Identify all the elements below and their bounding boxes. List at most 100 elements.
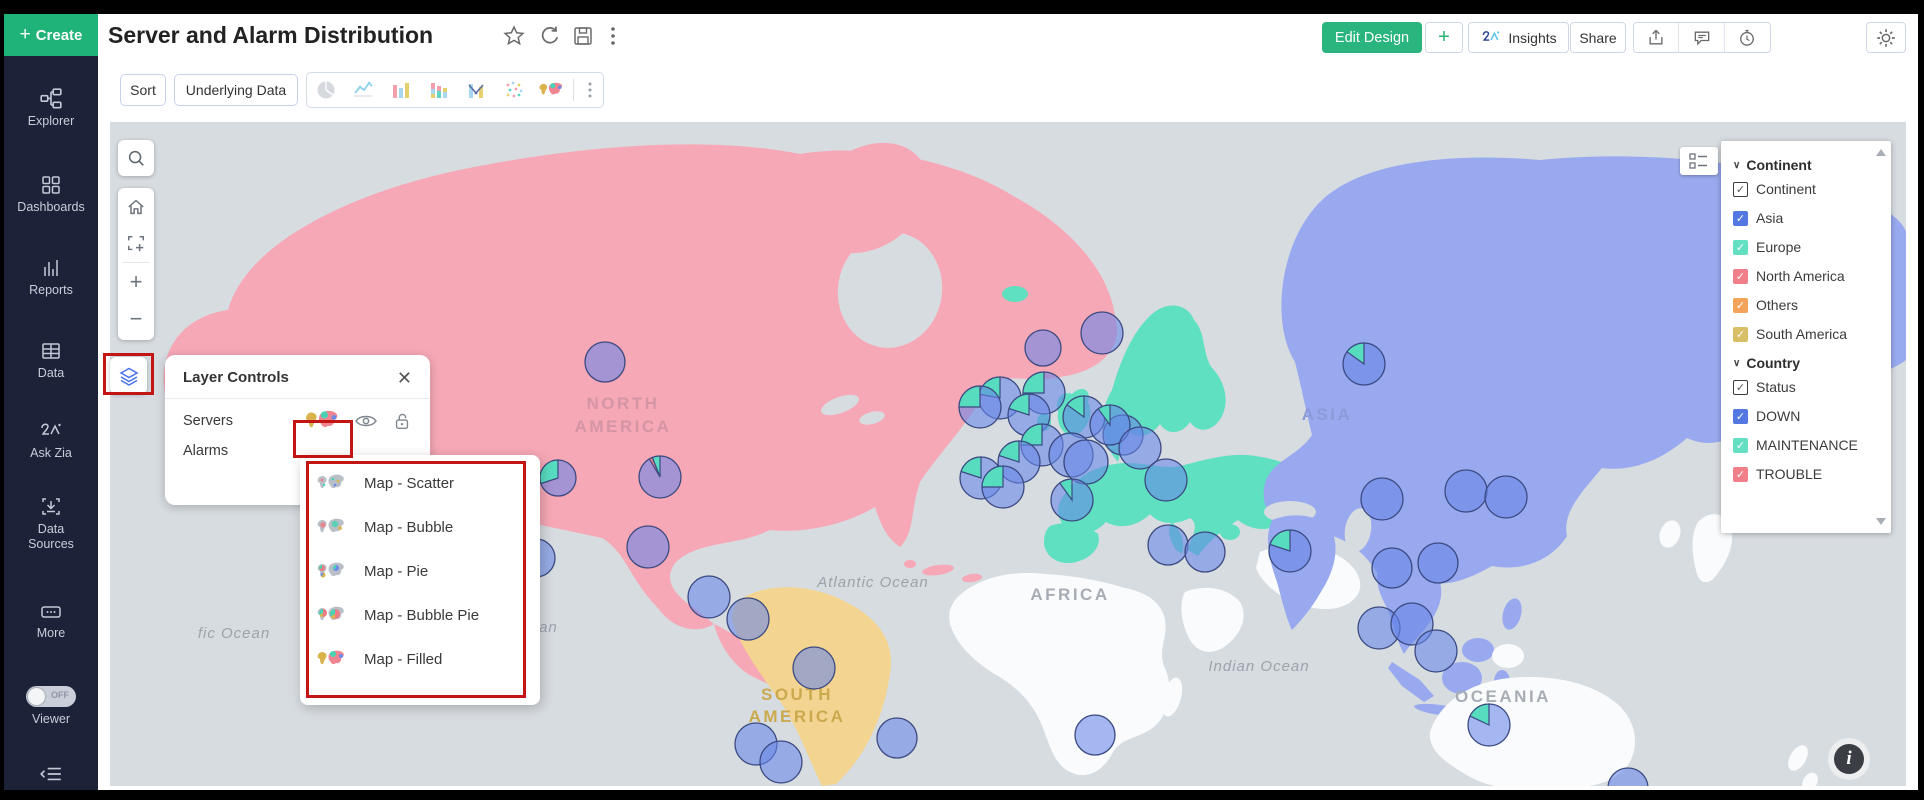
pie-marker[interactable] <box>877 718 917 758</box>
chart-type-map[interactable] <box>533 73 571 107</box>
pie-marker[interactable] <box>688 576 730 618</box>
unlock-icon[interactable] <box>392 411 412 431</box>
pie-marker[interactable] <box>1361 478 1403 520</box>
map-home-button[interactable] <box>118 188 154 225</box>
more-chart-types-button[interactable] <box>577 73 603 107</box>
pie-marker[interactable] <box>1185 532 1225 572</box>
scroll-up-arrow[interactable] <box>1876 149 1886 156</box>
export-button[interactable] <box>1634 23 1679 52</box>
sidebar-item-explorer[interactable]: Explorer <box>4 88 98 129</box>
chart-type-line[interactable] <box>345 73 383 107</box>
sidebar-item-ask-zia[interactable]: Ask Zia <box>4 420 98 461</box>
map-info-button[interactable]: i <box>1828 738 1870 780</box>
home-icon <box>126 197 146 217</box>
checkbox[interactable] <box>1733 380 1748 395</box>
pie-marker[interactable] <box>1415 630 1457 672</box>
more-options-kebab-icon[interactable] <box>601 24 625 48</box>
toggle-state-label: OFF <box>51 690 69 700</box>
collapse-sidebar-button[interactable] <box>37 762 65 790</box>
checkbox[interactable] <box>1733 269 1748 284</box>
checkbox[interactable] <box>1733 211 1748 226</box>
chart-type-stacked-bar[interactable] <box>420 73 458 107</box>
map-zoom-out-button[interactable]: − <box>118 300 154 337</box>
checkbox[interactable] <box>1733 182 1748 197</box>
pie-marker[interactable] <box>1445 470 1487 512</box>
chart-type-pie[interactable] <box>307 73 345 107</box>
sort-button[interactable]: Sort <box>120 74 166 106</box>
legend-toggle-button[interactable] <box>1680 147 1718 175</box>
underlying-data-button[interactable]: Underlying Data <box>174 74 298 106</box>
sidebar: + Create Explorer Dashboards <box>4 14 98 790</box>
pie-marker[interactable] <box>627 526 669 568</box>
menu-item-map-bubble[interactable]: Map - Bubble <box>300 505 540 549</box>
legend-group-continent[interactable]: ∨ Continent <box>1733 157 1891 173</box>
legend-item[interactable]: South America <box>1733 326 1891 342</box>
legend-item[interactable]: Others <box>1733 297 1891 313</box>
checkbox[interactable] <box>1733 467 1748 482</box>
legend-item[interactable]: Continent <box>1733 181 1891 197</box>
legend-item[interactable]: North America <box>1733 268 1891 284</box>
save-icon[interactable] <box>571 24 595 48</box>
layer-name[interactable]: Servers <box>183 413 304 429</box>
menu-item-map-pie[interactable]: Map - Pie <box>300 549 540 593</box>
pie-marker[interactable] <box>760 741 802 783</box>
settings-button[interactable] <box>1866 22 1906 53</box>
chart-type-bar[interactable] <box>382 73 420 107</box>
menu-item-map-scatter[interactable]: Map - Scatter <box>300 461 540 505</box>
legend-item[interactable]: DOWN <box>1733 408 1891 424</box>
chart-type-scatter[interactable] <box>495 73 533 107</box>
pie-marker[interactable] <box>793 647 835 689</box>
checkbox[interactable] <box>1733 327 1748 342</box>
checkbox[interactable] <box>1733 298 1748 313</box>
legend-item[interactable]: Status <box>1733 379 1891 395</box>
checkbox[interactable] <box>1733 409 1748 424</box>
checkbox[interactable] <box>1733 240 1748 255</box>
favorite-star-icon[interactable] <box>502 24 526 48</box>
map-search-button[interactable] <box>118 140 154 176</box>
pie-marker[interactable] <box>1418 543 1458 583</box>
map-zoom-selection-button[interactable] <box>118 225 154 262</box>
sidebar-item-reports[interactable]: Reports <box>4 257 98 298</box>
alerts-button[interactable] <box>1725 23 1770 52</box>
menu-item-map-filled[interactable]: Map - Filled <box>300 637 540 681</box>
map-zoom-in-button[interactable]: + <box>118 263 154 300</box>
sidebar-item-dashboards[interactable]: Dashboards <box>4 174 98 215</box>
pie-marker[interactable] <box>585 342 625 382</box>
legend-item[interactable]: TROUBLE <box>1733 466 1891 482</box>
legend-item[interactable]: MAINTENANCE <box>1733 437 1891 453</box>
pie-marker[interactable] <box>1148 525 1188 565</box>
legend-group-country[interactable]: ∨ Country <box>1733 355 1891 371</box>
pie-marker[interactable] <box>1081 312 1123 354</box>
map-label: fic Ocean <box>198 625 270 642</box>
pie-marker[interactable] <box>1485 476 1527 518</box>
pie-marker[interactable] <box>1372 548 1412 588</box>
pie-marker[interactable] <box>1064 440 1108 484</box>
add-report-button[interactable]: + <box>1425 22 1463 53</box>
sidebar-item-more[interactable]: More <box>4 602 98 641</box>
visibility-eye-icon[interactable] <box>354 412 378 430</box>
refresh-icon[interactable] <box>538 24 562 48</box>
menu-item-map-bubble-pie[interactable]: Map - Bubble Pie <box>300 593 540 637</box>
edit-design-button[interactable]: Edit Design <box>1322 22 1422 53</box>
viewer-toggle[interactable]: OFF <box>26 686 76 707</box>
pie-marker[interactable] <box>1075 715 1115 755</box>
layer-map-type-icon[interactable] <box>304 409 340 433</box>
create-button[interactable]: + Create <box>4 14 98 56</box>
legend-item[interactable]: Europe <box>1733 239 1891 255</box>
close-icon[interactable]: ✕ <box>397 371 412 385</box>
chart-type-combo[interactable] <box>457 73 495 107</box>
share-button[interactable]: Share <box>1570 22 1626 53</box>
layer-controls-button[interactable] <box>110 357 147 394</box>
legend-scrollbar[interactable] <box>1875 147 1887 527</box>
checkbox[interactable] <box>1733 438 1748 453</box>
pie-marker[interactable] <box>1145 459 1187 501</box>
comments-button[interactable] <box>1679 23 1724 52</box>
insights-button[interactable]: Insights <box>1468 22 1569 53</box>
scroll-down-arrow[interactable] <box>1876 518 1886 525</box>
pie-marker[interactable] <box>1025 330 1061 366</box>
legend-item[interactable]: Asia <box>1733 210 1891 226</box>
pie-marker[interactable] <box>727 598 769 640</box>
sidebar-item-data-sources[interactable]: Data Sources <box>4 496 98 552</box>
menu-item-label: Map - Filled <box>364 651 442 668</box>
sidebar-item-data[interactable]: Data <box>4 340 98 381</box>
